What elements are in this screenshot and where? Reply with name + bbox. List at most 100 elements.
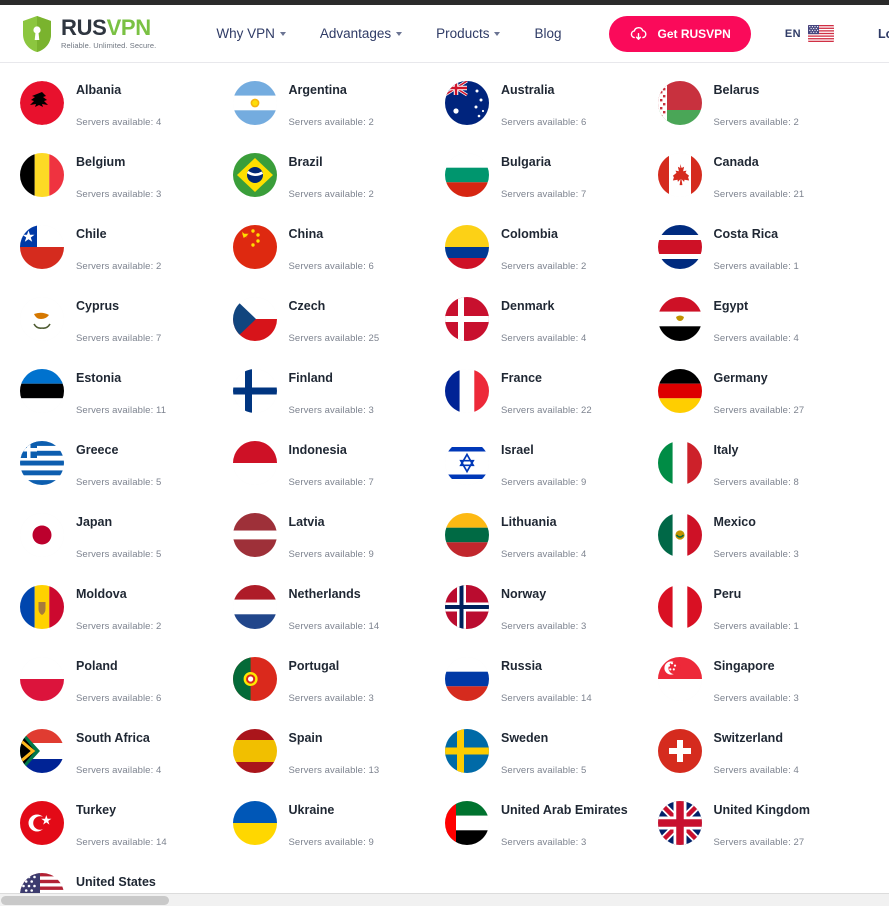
country-item[interactable]: Israel Servers available: 9 bbox=[445, 439, 658, 511]
country-server-count: Servers available: 27 bbox=[713, 837, 805, 848]
nav-item-why-vpn[interactable]: Why VPN bbox=[216, 26, 286, 41]
country-item[interactable]: Canada Servers available: 21 bbox=[657, 151, 871, 223]
country-info: Indonesia Servers available: 7 bbox=[289, 439, 374, 488]
country-item[interactable]: Egypt Servers available: 4 bbox=[657, 295, 871, 367]
country-server-count: Servers available: 2 bbox=[501, 261, 587, 272]
country-item[interactable]: South Africa Servers available: 4 bbox=[20, 727, 233, 799]
country-item[interactable]: Brazil Servers available: 2 bbox=[232, 151, 446, 223]
country-item[interactable]: Switzerland Servers available: 4 bbox=[657, 727, 871, 799]
country-item[interactable]: Indonesia Servers available: 7 bbox=[232, 439, 446, 511]
country-item[interactable]: United Kingdom Servers available: 27 bbox=[657, 799, 871, 871]
il-flag-icon bbox=[445, 441, 489, 485]
country-item[interactable]: Argentina Servers available: 2 bbox=[232, 79, 446, 151]
country-item[interactable]: China Servers available: 6 bbox=[232, 223, 446, 295]
country-item[interactable]: Finland Servers available: 3 bbox=[232, 367, 446, 439]
site-logo[interactable]: RUSVPN Reliable. Unlimited. Secure. bbox=[22, 15, 156, 53]
country-name: Netherlands bbox=[288, 587, 361, 601]
id-flag-icon bbox=[232, 441, 277, 485]
chevron-down-icon bbox=[396, 31, 403, 36]
country-item[interactable]: Belgium Servers available: 3 bbox=[20, 151, 233, 223]
country-name: Costa Rica bbox=[713, 227, 779, 241]
country-item[interactable]: Greece Servers available: 5 bbox=[20, 439, 233, 511]
horizontal-scrollbar[interactable] bbox=[0, 893, 889, 906]
country-item[interactable]: Cyprus Servers available: 7 bbox=[20, 295, 233, 367]
country-item[interactable]: Lithuania Servers available: 4 bbox=[445, 511, 658, 583]
country-info: Costa Rica Servers available: 1 bbox=[714, 223, 799, 272]
country-info: Denmark Servers available: 4 bbox=[501, 295, 586, 344]
nav-item-blog[interactable]: Blog bbox=[534, 26, 561, 41]
country-name: Mexico bbox=[713, 515, 756, 529]
get-rusvpn-button[interactable]: Get RUSVPN bbox=[609, 15, 751, 52]
country-item[interactable]: Australia Servers available: 6 bbox=[445, 79, 658, 151]
country-server-count: Servers available: 4 bbox=[76, 765, 162, 776]
country-info: Ukraine Servers available: 9 bbox=[289, 799, 374, 848]
pe-flag-icon bbox=[657, 585, 702, 629]
country-item[interactable]: Chile Servers available: 2 bbox=[20, 223, 233, 295]
country-item[interactable]: Czech Servers available: 25 bbox=[232, 295, 446, 367]
country-name: Lithuania bbox=[501, 515, 557, 529]
country-name: Brazil bbox=[288, 155, 323, 169]
country-item[interactable]: Germany Servers available: 27 bbox=[657, 367, 871, 439]
nav-item-advantages[interactable]: Advantages bbox=[319, 26, 403, 41]
country-server-count: Servers available: 3 bbox=[288, 405, 374, 416]
jp-flag-icon bbox=[20, 513, 64, 557]
country-item[interactable]: Spain Servers available: 13 bbox=[232, 727, 446, 799]
scrollbar-thumb[interactable] bbox=[1, 896, 169, 905]
country-item[interactable]: Moldova Servers available: 2 bbox=[20, 583, 233, 655]
country-info: Egypt Servers available: 4 bbox=[714, 295, 799, 344]
language-selector[interactable]: EN bbox=[785, 25, 834, 42]
country-item[interactable]: Netherlands Servers available: 14 bbox=[232, 583, 446, 655]
country-item[interactable]: France Servers available: 22 bbox=[445, 367, 658, 439]
country-name: Ukraine bbox=[288, 803, 335, 817]
country-name: Albania bbox=[76, 83, 122, 97]
country-name: Singapore bbox=[713, 659, 775, 673]
country-item[interactable]: Colombia Servers available: 2 bbox=[445, 223, 658, 295]
main-navigation: Why VPN Advantages Products Blog bbox=[216, 26, 561, 41]
country-item[interactable]: Latvia Servers available: 9 bbox=[232, 511, 446, 583]
country-item[interactable]: Costa Rica Servers available: 1 bbox=[657, 223, 871, 295]
site-header: RUSVPN Reliable. Unlimited. Secure. Why … bbox=[0, 5, 889, 63]
za-flag-icon bbox=[20, 729, 64, 773]
country-info: Turkey Servers available: 14 bbox=[76, 799, 167, 848]
country-item[interactable]: Portugal Servers available: 3 bbox=[232, 655, 446, 727]
country-server-count: Servers available: 3 bbox=[713, 693, 799, 704]
lv-flag-icon bbox=[232, 513, 277, 557]
logo-text: RUSVPN Reliable. Unlimited. Secure. bbox=[61, 17, 156, 50]
nav-item-products[interactable]: Products bbox=[436, 26, 501, 41]
country-item[interactable]: Poland Servers available: 6 bbox=[20, 655, 233, 727]
country-item[interactable]: Denmark Servers available: 4 bbox=[445, 295, 658, 367]
country-info: Lithuania Servers available: 4 bbox=[501, 511, 586, 560]
country-server-count: Servers available: 3 bbox=[501, 837, 587, 848]
country-item[interactable]: Estonia Servers available: 11 bbox=[20, 367, 233, 439]
country-server-count: Servers available: 4 bbox=[501, 333, 587, 344]
country-item[interactable]: Singapore Servers available: 3 bbox=[657, 655, 871, 727]
sg-flag-icon bbox=[657, 657, 702, 701]
tr-flag-icon bbox=[20, 801, 64, 845]
country-name: Indonesia bbox=[288, 443, 347, 457]
se-flag-icon bbox=[445, 729, 489, 773]
country-info: Singapore Servers available: 3 bbox=[714, 655, 799, 704]
country-item[interactable]: Bulgaria Servers available: 7 bbox=[445, 151, 658, 223]
country-name: Italy bbox=[713, 443, 739, 457]
country-item[interactable]: Norway Servers available: 3 bbox=[445, 583, 658, 655]
country-item[interactable]: Ukraine Servers available: 9 bbox=[232, 799, 446, 871]
country-item[interactable]: Italy Servers available: 8 bbox=[657, 439, 871, 511]
country-item[interactable]: Mexico Servers available: 3 bbox=[657, 511, 871, 583]
country-server-count: Servers available: 6 bbox=[288, 261, 374, 272]
logo-word-vpn: VPN bbox=[106, 15, 152, 41]
country-item[interactable]: Russia Servers available: 14 bbox=[445, 655, 658, 727]
country-server-count: Servers available: 3 bbox=[76, 189, 162, 200]
country-item[interactable]: Japan Servers available: 5 bbox=[20, 511, 233, 583]
country-server-count: Servers available: 7 bbox=[501, 189, 587, 200]
country-item[interactable]: Turkey Servers available: 14 bbox=[20, 799, 233, 871]
cy-flag-icon bbox=[20, 297, 64, 341]
country-item[interactable]: Belarus Servers available: 2 bbox=[657, 79, 871, 151]
login-link[interactable]: Login bbox=[878, 27, 889, 41]
country-item[interactable]: United Arab Emirates Servers available: 3 bbox=[445, 799, 658, 871]
country-item[interactable]: Sweden Servers available: 5 bbox=[445, 727, 658, 799]
fi-flag-icon bbox=[232, 369, 277, 413]
nav-label: Advantages bbox=[319, 26, 392, 41]
country-item[interactable]: Albania Servers available: 4 bbox=[20, 79, 233, 151]
country-server-count: Servers available: 3 bbox=[288, 693, 374, 704]
country-item[interactable]: Peru Servers available: 1 bbox=[657, 583, 871, 655]
